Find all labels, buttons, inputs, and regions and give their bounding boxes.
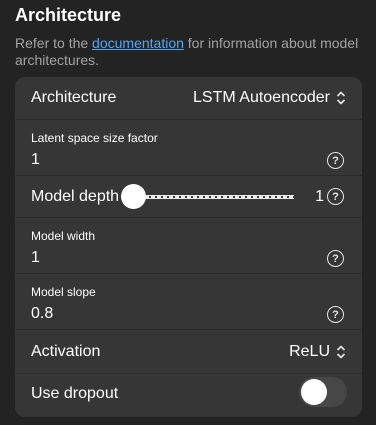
model-depth-slider-thumb[interactable] xyxy=(121,184,146,209)
activation-label: Activation xyxy=(31,343,101,360)
section-title: Architecture xyxy=(15,5,122,25)
latent-space-field: Latent space size factor 1 ? xyxy=(15,120,362,176)
chevron-up-down-icon xyxy=(336,345,346,359)
architecture-selected-text: LSTM Autoencoder xyxy=(193,89,330,106)
documentation-link[interactable]: documentation xyxy=(92,35,184,51)
chevron-up-down-icon xyxy=(336,91,346,105)
use-dropout-field: Use dropout xyxy=(15,374,362,417)
use-dropout-toggle[interactable] xyxy=(299,377,347,407)
model-slope-input[interactable]: 0.8 xyxy=(31,305,53,323)
description-text-start: Refer to the xyxy=(15,35,93,51)
model-depth-field: Model depth 1 ? xyxy=(15,176,362,218)
latent-space-input[interactable]: 1 xyxy=(31,151,40,169)
settings-card: Architecture LSTM Autoencoder Latent spa… xyxy=(15,77,362,417)
model-depth-slider-track[interactable] xyxy=(133,195,294,199)
model-width-input[interactable]: 1 xyxy=(31,249,40,267)
help-icon[interactable]: ? xyxy=(327,306,344,323)
help-icon[interactable]: ? xyxy=(327,188,344,205)
activation-select[interactable]: Activation ReLU xyxy=(15,330,362,374)
activation-value[interactable]: ReLU xyxy=(289,343,346,361)
model-depth-label: Model depth xyxy=(31,188,120,205)
activation-selected-text: ReLU xyxy=(289,343,330,360)
model-slope-field: Model slope 0.8 ? xyxy=(15,274,362,330)
latent-space-label: Latent space size factor xyxy=(31,131,158,145)
model-width-label: Model width xyxy=(31,229,96,243)
model-slope-label: Model slope xyxy=(31,285,96,299)
use-dropout-label: Use dropout xyxy=(31,385,119,402)
architecture-label: Architecture xyxy=(31,89,117,106)
model-width-field: Model width 1 ? xyxy=(15,218,362,274)
help-icon[interactable]: ? xyxy=(327,250,344,267)
architecture-value[interactable]: LSTM Autoencoder xyxy=(193,89,346,107)
model-depth-value: 1 xyxy=(315,188,324,205)
architecture-select[interactable]: Architecture LSTM Autoencoder xyxy=(15,77,362,120)
toggle-knob xyxy=(301,379,327,405)
help-icon[interactable]: ? xyxy=(327,152,344,169)
section-description: Refer to the documentation for informati… xyxy=(15,35,365,69)
